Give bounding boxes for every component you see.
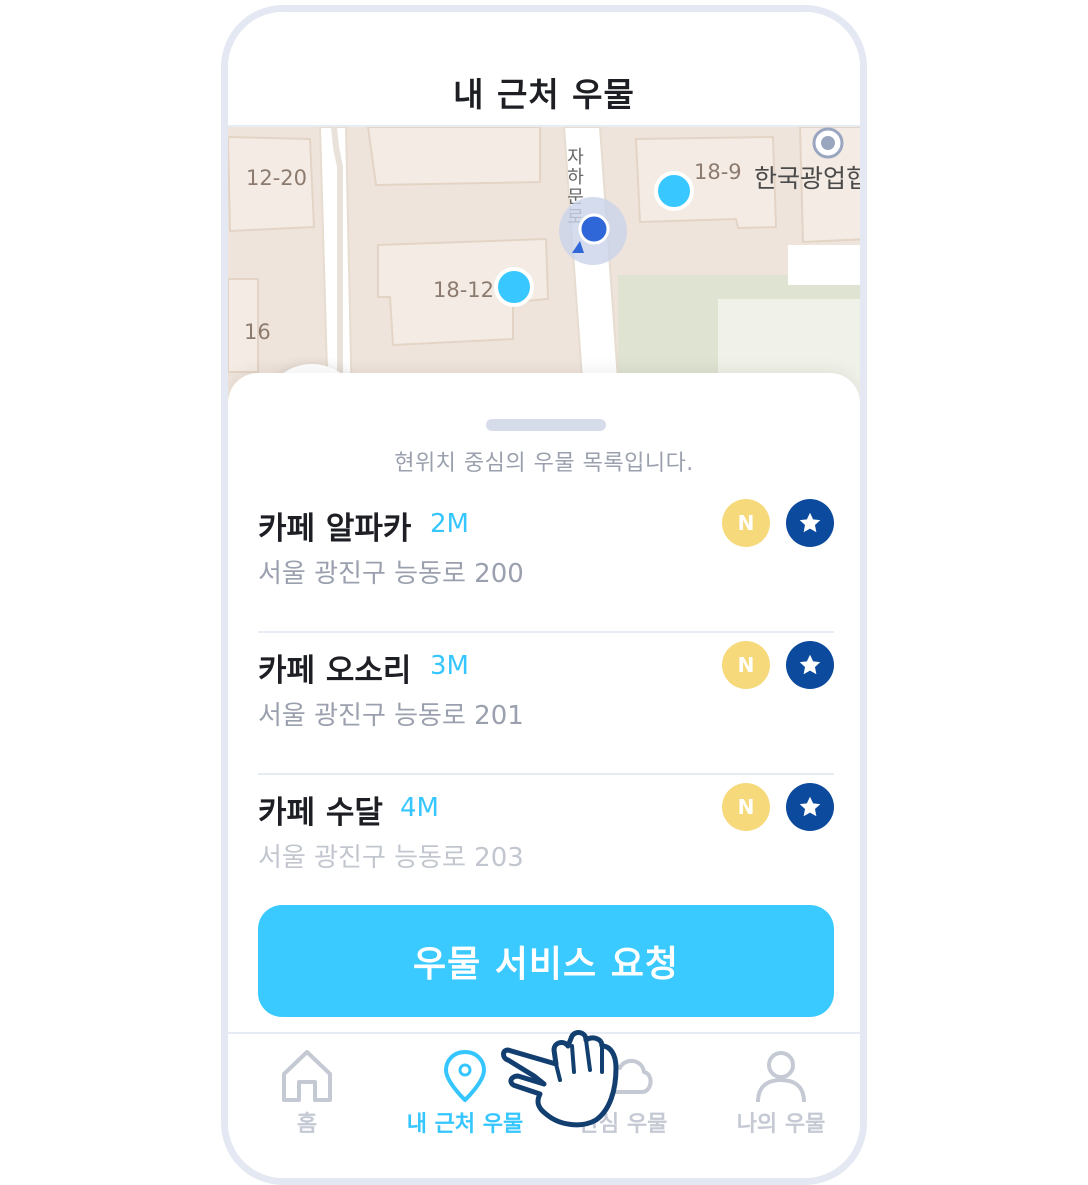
map-label: 16: [244, 320, 271, 344]
tab-label: 관심 우물: [578, 1112, 668, 1137]
cloud-icon: [595, 1059, 653, 1094]
map-view[interactable]: 12-20 18-9 18-12 16 한국광업협 자하문로: [228, 127, 860, 464]
bottom-tab-bar: 홈 내 근처 우물 관심 우물 나의 우물: [228, 1032, 860, 1178]
list-item[interactable]: 카페 오소리 3M 서울 광진구 능동로 201 N: [258, 633, 834, 775]
tab-label: 나의 우물: [736, 1112, 826, 1137]
new-badge: N: [722, 499, 770, 547]
current-location-marker: [559, 197, 627, 265]
item-name: 카페 수달: [258, 795, 383, 831]
well-marker[interactable]: [494, 267, 534, 307]
new-badge: N: [722, 783, 770, 831]
item-distance: 3M: [430, 651, 469, 681]
item-address: 서울 광진구 능동로 201: [258, 701, 524, 731]
list-item[interactable]: 카페 수달 4M 서울 광진구 능동로 203 N: [258, 775, 834, 917]
item-distance: 2M: [430, 509, 469, 539]
page-title: 내 근처 우물: [453, 75, 635, 114]
map-label: 18-9: [694, 160, 742, 184]
tab-nearby[interactable]: 내 근처 우물: [386, 1034, 544, 1144]
user-icon: [756, 1051, 806, 1103]
new-badge: N: [722, 641, 770, 689]
tab-home[interactable]: 홈: [228, 1034, 386, 1144]
star-icon: [799, 654, 821, 675]
favorite-star-button[interactable]: [786, 499, 834, 547]
item-address: 서울 광진구 능동로 200: [258, 559, 524, 589]
list-item[interactable]: 카페 알파카 2M 서울 광진구 능동로 200 N: [258, 491, 834, 633]
building: [788, 245, 860, 285]
request-service-button[interactable]: 우물 서비스 요청: [258, 905, 834, 1017]
sheet-drag-handle[interactable]: [486, 419, 606, 431]
star-icon: [799, 512, 821, 533]
favorite-star-button[interactable]: [786, 641, 834, 689]
tab-my-wells[interactable]: 나의 우물: [702, 1034, 860, 1144]
phone-frame: 내 근처 우물 12-20 18-9 18-12 16 한국광업협 자하문로 현…: [221, 5, 867, 1185]
tab-label: 내 근처 우물: [406, 1112, 524, 1137]
app-header: 내 근처 우물: [228, 12, 860, 127]
list-caption: 현위치 중심의 우물 목록입니다.: [394, 451, 694, 476]
well-marker[interactable]: [654, 171, 694, 211]
star-icon: [799, 796, 821, 817]
item-name: 카페 알파카: [258, 511, 412, 547]
item-name: 카페 오소리: [258, 653, 412, 689]
map-label: 12-20: [246, 166, 307, 190]
home-icon: [282, 1050, 332, 1102]
location-pin-icon: [444, 1050, 486, 1102]
map-label: 18-12: [433, 278, 494, 302]
poi-marker-icon[interactable]: [812, 127, 844, 159]
item-distance: 4M: [400, 793, 439, 823]
tab-label: 홈: [296, 1112, 318, 1137]
item-address: 서울 광진구 능동로 203: [258, 843, 524, 873]
place-label: 한국광업협: [754, 164, 860, 193]
tab-favorites[interactable]: 관심 우물: [544, 1034, 702, 1144]
building: [366, 127, 541, 187]
favorite-star-button[interactable]: [786, 783, 834, 831]
well-list-sheet: 현위치 중심의 우물 목록입니다. 카페 알파카 2M 서울 광진구 능동로 2…: [228, 373, 860, 1133]
